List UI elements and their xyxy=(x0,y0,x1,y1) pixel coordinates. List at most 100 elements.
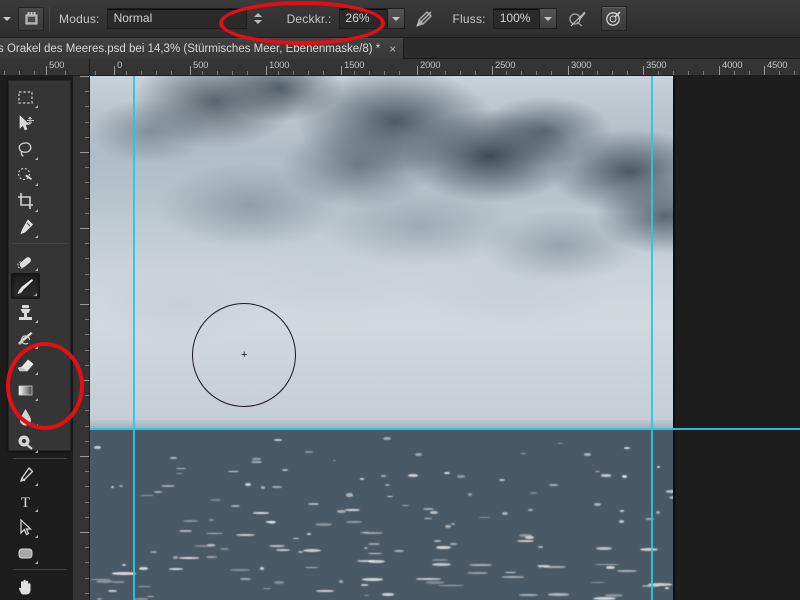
flow-input[interactable]: 100% xyxy=(492,8,557,29)
ruler-tick-vertical xyxy=(85,319,89,320)
wave-whitecap xyxy=(133,597,148,600)
blend-mode-value: Normal xyxy=(113,11,153,25)
ruler-tick xyxy=(643,66,644,75)
move-tool[interactable] xyxy=(11,110,40,136)
type-tool[interactable]: T xyxy=(11,488,40,514)
wave-whitecap xyxy=(138,566,149,570)
horizontal-ruler[interactable]: 500 0 500 1000 1500 2000 2500 3000 3500 4000 4500 xyxy=(0,59,800,76)
wave-whitecap xyxy=(140,494,154,496)
opacity-dropdown-arrow[interactable] xyxy=(386,9,404,28)
airbrush-icon xyxy=(569,11,586,26)
blend-mode-stepper[interactable] xyxy=(249,8,267,29)
ruler-tick-vertical xyxy=(80,76,89,77)
wave-whitecap xyxy=(382,593,394,596)
ruler-tick-minor xyxy=(308,71,309,75)
crop-tool[interactable] xyxy=(11,188,40,214)
wave-whitecap xyxy=(600,474,612,477)
ruler-tick-vertical xyxy=(85,182,89,183)
wave-whitecap xyxy=(525,536,534,540)
blend-mode-select[interactable]: Normal xyxy=(106,8,247,29)
vertical-ruler[interactable] xyxy=(73,76,90,600)
airbrush-button[interactable] xyxy=(565,6,591,31)
tablet-pressure-size-button[interactable] xyxy=(600,6,627,31)
flow-dropdown-arrow[interactable] xyxy=(538,9,556,28)
document-tab-bar: s Orakel des Meeres.psd bei 14,3% (Stürm… xyxy=(0,38,800,59)
vertical-guide-right[interactable] xyxy=(651,76,653,600)
dodge-tool[interactable] xyxy=(11,429,40,455)
document-canvas-area[interactable]: + xyxy=(90,76,800,600)
opacity-input[interactable]: 26% xyxy=(338,8,405,29)
close-icon[interactable]: × xyxy=(389,43,396,55)
wave-whitecap xyxy=(206,555,218,559)
wave-whitecap xyxy=(528,508,533,512)
eraser-tool[interactable] xyxy=(11,351,40,377)
ruler-tick xyxy=(266,66,267,75)
clone-stamp-tool[interactable] xyxy=(11,299,40,325)
pen-tool[interactable] xyxy=(11,462,40,488)
history-brush-tool[interactable] xyxy=(11,325,40,351)
wave-whitecap xyxy=(385,483,390,486)
wave-whitecap xyxy=(665,490,673,493)
blur-tool[interactable] xyxy=(11,403,40,429)
svg-text:T: T xyxy=(21,495,30,511)
document-tab[interactable]: s Orakel des Meeres.psd bei 14,3% (Stürm… xyxy=(0,38,405,59)
wave-whitecap xyxy=(478,516,490,519)
brush-tool[interactable] xyxy=(11,273,40,299)
ruler-tick-minor xyxy=(749,71,750,75)
wave-whitecap xyxy=(622,474,627,478)
wave-whitecap xyxy=(282,469,289,472)
ruler-tick-vertical xyxy=(85,198,89,199)
wave-whitecap xyxy=(251,458,261,460)
wave-whitecap xyxy=(345,493,353,497)
gradient-tool[interactable] xyxy=(11,377,40,403)
vertical-guide-left[interactable] xyxy=(133,76,135,600)
wave-whitecap xyxy=(518,533,533,537)
ruler-tick-vertical xyxy=(85,289,89,290)
path-selection-tool[interactable] xyxy=(11,514,40,540)
image-canvas[interactable] xyxy=(90,76,673,600)
wave-whitecap xyxy=(361,578,383,581)
shape-tool[interactable] xyxy=(11,540,40,566)
brush-preset-picker-arrow[interactable] xyxy=(0,16,14,21)
horizontal-guide[interactable] xyxy=(90,428,800,430)
ruler-label: 0 xyxy=(117,60,123,71)
quick-selection-icon xyxy=(17,167,32,180)
wave-whitecap xyxy=(356,559,376,562)
wave-whitecap xyxy=(170,456,177,459)
wave-whitecap xyxy=(183,520,199,522)
eyedropper-tool[interactable] xyxy=(11,214,40,240)
wave-whitecap xyxy=(304,566,319,568)
ruler-tick-minor xyxy=(384,71,385,75)
wave-whitecap xyxy=(467,572,488,575)
ruler-tick-vertical xyxy=(85,426,89,427)
toggle-brush-panel-button[interactable] xyxy=(18,6,44,31)
wave-whitecap xyxy=(583,452,591,456)
hand-tool[interactable] xyxy=(11,573,40,599)
tool-grid: T xyxy=(9,81,70,600)
ruler-corner xyxy=(73,59,90,76)
ruler-tick-minor xyxy=(171,71,172,75)
wave-whitecap xyxy=(558,442,563,445)
rectangular-marquee-tool[interactable] xyxy=(11,84,40,110)
wave-whitecap xyxy=(619,519,624,523)
ruler-label: 500 xyxy=(193,60,209,71)
ruler-tick-vertical xyxy=(85,334,89,335)
ruler-tick-vertical xyxy=(80,380,89,381)
photoshop-window: Modus: Normal Deckkr.: 26% Fluss: 100% s… xyxy=(0,0,800,600)
opacity-pressure-button[interactable] xyxy=(411,6,437,31)
ruler-tick-minor xyxy=(126,71,127,75)
path-selection-icon xyxy=(20,518,33,535)
ruler-tick xyxy=(492,66,493,75)
toolbox-divider-2 xyxy=(12,458,67,459)
quick-selection-tool[interactable] xyxy=(11,162,40,188)
wave-whitecap xyxy=(595,563,619,566)
lasso-icon xyxy=(18,141,32,157)
wave-whitecap xyxy=(434,540,442,542)
lasso-tool[interactable] xyxy=(11,136,40,162)
ruler-tick-minor xyxy=(95,71,96,75)
ruler-tick-vertical xyxy=(85,502,89,503)
ruler-label: 2000 xyxy=(420,60,441,71)
wave-whitecap xyxy=(408,474,418,477)
wave-whitecap xyxy=(593,502,602,506)
spot-healing-brush-tool[interactable] xyxy=(11,247,40,273)
